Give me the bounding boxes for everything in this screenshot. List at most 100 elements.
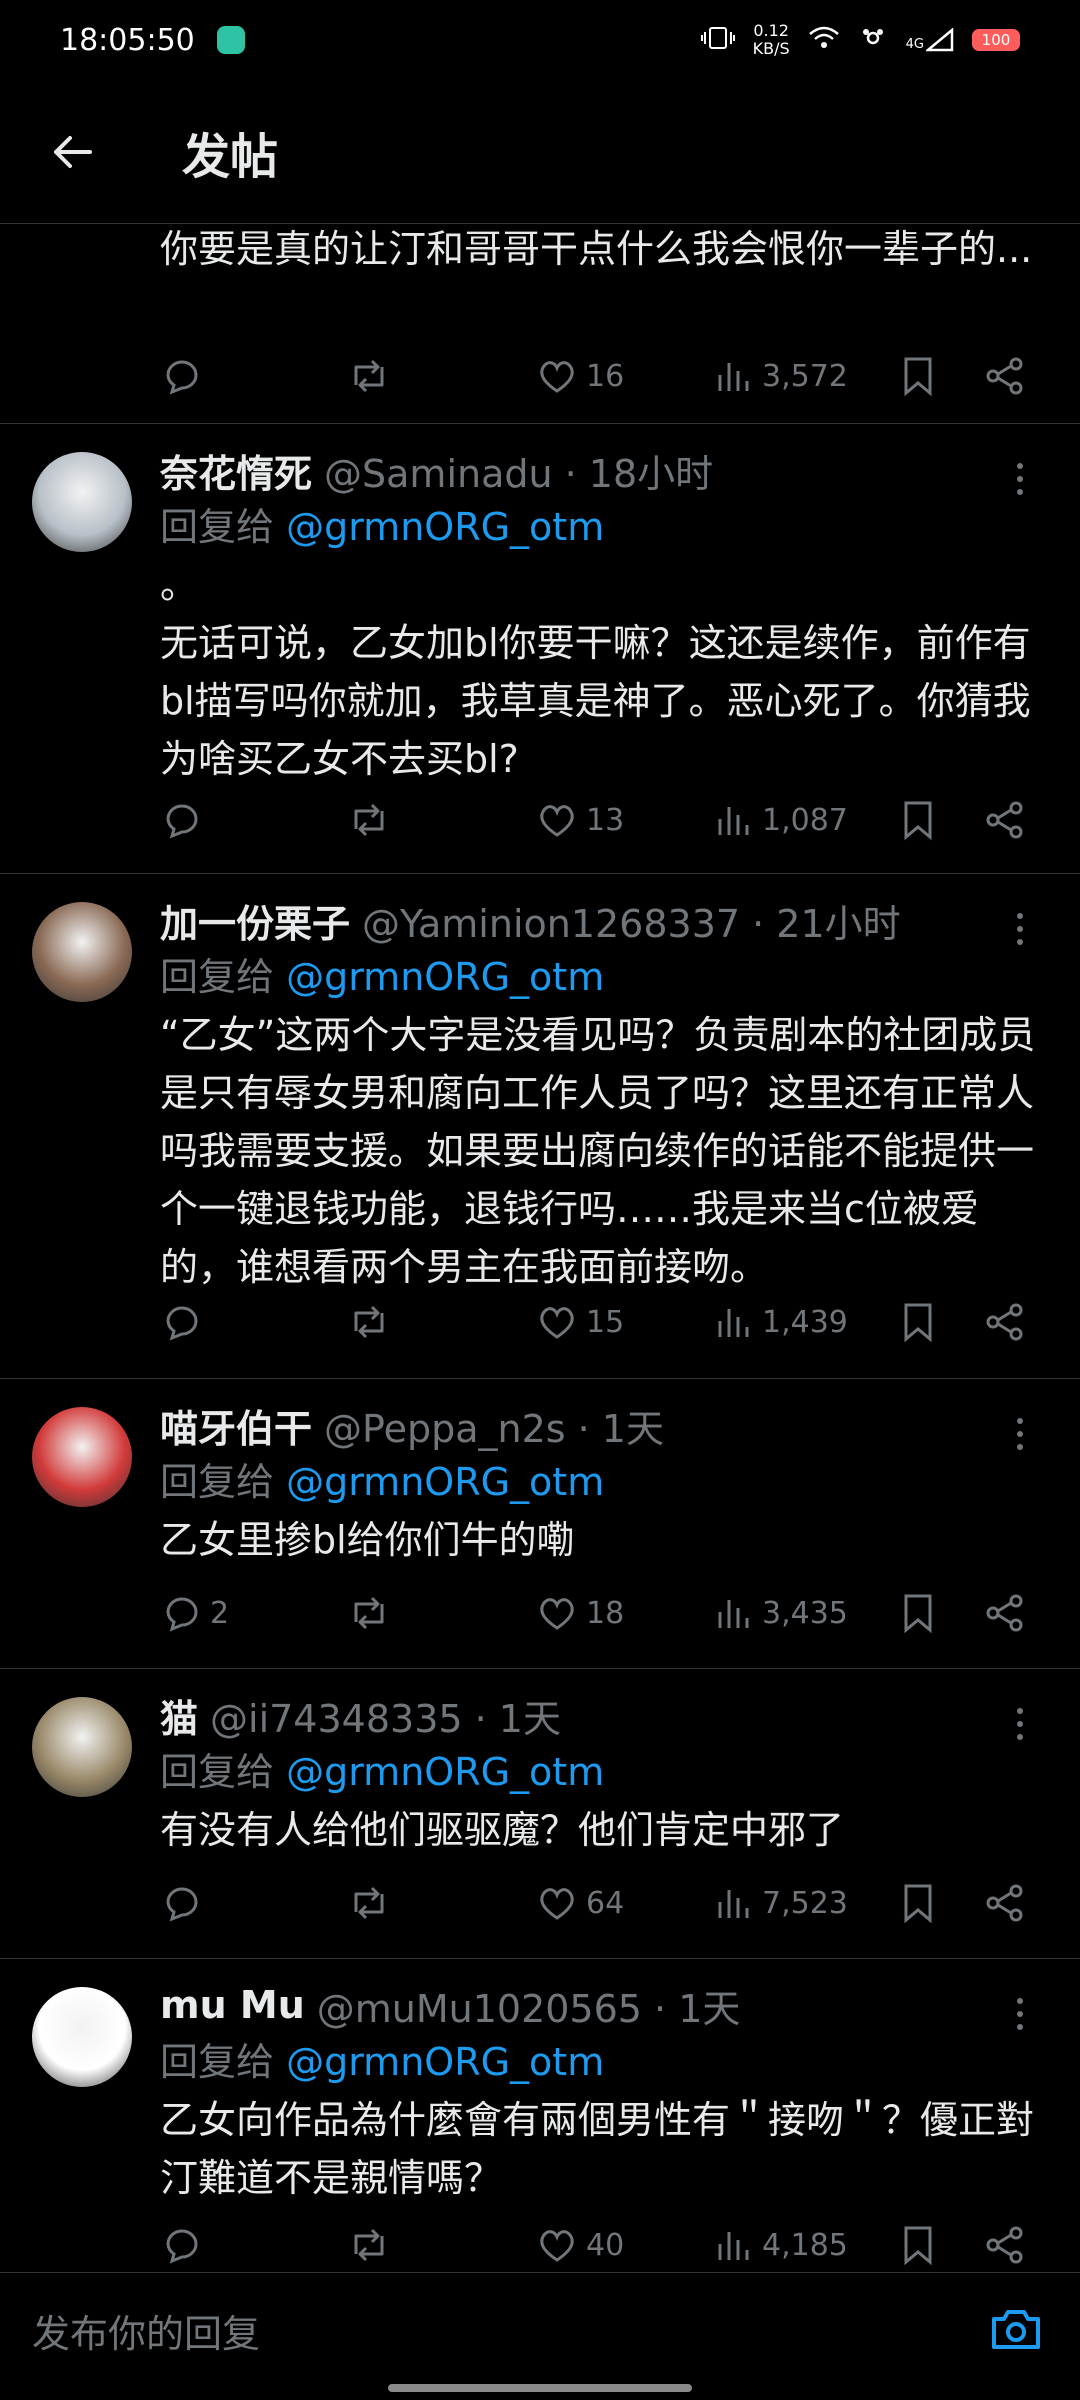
share-button[interactable] [984,2217,1026,2272]
post-content: 乙女向作品為什麼會有兩個男性有＂接吻＂？優正對汀難道不是親情嗎？ [160,2098,1035,2200]
views-button[interactable]: 1,087 [714,792,848,848]
share-button[interactable] [984,1875,1026,1931]
reply-prefix: 回复给 [160,2040,275,2084]
reply-button[interactable] [160,348,202,404]
views-button[interactable]: 3,572 [714,348,848,404]
author-name[interactable]: 猫 [160,1688,198,1743]
reply-button[interactable] [160,792,210,848]
net-speed-unit: KB/S [752,39,790,58]
retweet-button[interactable] [346,1875,392,1931]
more-icon [1017,926,1023,932]
author-handle: @Yaminion1268337 · 21小时 [362,901,901,946]
reply-mention-link[interactable]: @grmnORG_otm [286,1750,604,1794]
bookmark-button[interactable] [900,348,936,404]
share-button[interactable] [984,792,1026,848]
more-options-button[interactable] [1000,904,1040,954]
author-name[interactable]: mu Mu [160,1983,305,2027]
reply-post[interactable]: mu Mu @muMu1020565 · 1天 回复给 @grmnORG_otm… [0,1959,1080,2272]
author-name[interactable]: 加一份栗子 [160,893,350,948]
more-options-button[interactable] [1000,1989,1040,2039]
partial-post[interactable]: 你要是真的让汀和哥哥干点什么我会恨你一辈子的... 16 3,572 [0,224,1080,424]
views-button[interactable]: 1,439 [714,1294,848,1350]
reply-prefix: 回复给 [160,1750,275,1794]
reply-button[interactable] [160,1875,210,1931]
bookmark-button[interactable] [900,1294,936,1350]
share-icon [986,2226,1023,2264]
more-icon [1017,1708,1023,1714]
share-icon [986,801,1023,839]
post-body: mu Mu @muMu1020565 · 1天 回复给 @grmnORG_otm… [160,1977,1040,2207]
author-name[interactable]: 奈花惰死 [160,443,312,498]
status-left: 18:05:50 [60,23,245,58]
camera-button[interactable] [988,2301,1044,2357]
avatar[interactable] [32,1697,132,1797]
post-header: 猫 @ii74348335 · 1天 [160,1687,1040,1743]
avatar[interactable] [32,1987,132,2087]
views-button[interactable]: 3,435 [714,1585,848,1641]
like-icon [540,361,574,393]
post-actions: 16 3,572 [160,348,1040,404]
more-options-button[interactable] [1000,1409,1040,1459]
reply-post[interactable]: 奈花惰死 @Saminadu · 18小时 回复给 @grmnORG_otm 。… [0,424,1080,874]
reply-mention-link[interactable]: @grmnORG_otm [286,2040,604,2084]
avatar[interactable] [32,1407,132,1507]
like-button[interactable]: 18 [536,1585,624,1641]
signal-icon: 4G [906,28,954,52]
like-button[interactable]: 13 [536,792,624,848]
reply-button[interactable]: 2 [160,1585,229,1641]
like-button[interactable]: 15 [536,1294,624,1350]
views-icon [718,363,749,391]
reply-mention-link[interactable]: @grmnORG_otm [286,955,604,999]
reply-mention-link[interactable]: @grmnORG_otm [286,505,604,549]
retweet-icon [354,803,384,837]
replies-feed[interactable]: 你要是真的让汀和哥哥干点什么我会恨你一辈子的... 16 3,572 奈花惰死 … [0,224,1080,2272]
back-button[interactable] [36,116,108,188]
like-button[interactable]: 16 [536,348,624,404]
reply-composer[interactable]: 发布你的回复 [0,2272,1080,2400]
like-icon [540,2230,574,2262]
wifi-icon [808,26,840,55]
reply-button[interactable] [160,2217,210,2272]
post-content: 有没有人给他们驱驱魔？他们肯定中邪了 [160,1808,845,1852]
bookmark-icon [904,357,932,397]
bookmark-button[interactable] [900,1585,936,1641]
reply-post[interactable]: 喵牙伯干 @Peppa_n2s · 1天 回复给 @grmnORG_otm 乙女… [0,1379,1080,1669]
retweet-button[interactable] [346,348,392,404]
post-content: 。 无话可说，乙女加bl你要干嘛？这还是续作，前作有bl描写吗你就加，我草真是神… [160,563,1031,781]
reply-post[interactable]: 加一份栗子 @Yaminion1268337 · 21小时 回复给 @grmnO… [0,874,1080,1379]
reply-to-line: 回复给 @grmnORG_otm [160,498,1040,556]
avatar[interactable] [32,452,132,552]
reply-mention-link[interactable]: @grmnORG_otm [286,1460,604,1504]
more-icon [1017,1734,1023,1740]
share-button[interactable] [984,348,1026,404]
reply-icon [166,1306,198,1341]
bookmark-button[interactable] [900,1875,936,1931]
more-options-button[interactable] [1000,1699,1040,1749]
post-content: 乙女里掺bl给你们牛的嘞 [160,1518,575,1562]
reply-post[interactable]: 猫 @ii74348335 · 1天 回复给 @grmnORG_otm 有没有人… [0,1669,1080,1959]
post-body: 加一份栗子 @Yaminion1268337 · 21小时 回复给 @grmnO… [160,892,1040,1296]
retweet-button[interactable] [346,792,392,848]
more-icon [1017,489,1023,495]
avatar[interactable] [32,902,132,1002]
reply-prefix: 回复给 [160,955,275,999]
like-button[interactable]: 64 [536,1875,624,1931]
retweet-button[interactable] [346,1585,392,1641]
share-button[interactable] [984,1294,1026,1350]
reply-button[interactable] [160,1294,210,1350]
like-button[interactable]: 40 [536,2217,624,2272]
retweet-button[interactable] [346,1294,392,1350]
post-actions: 2 18 3,435 [160,1585,1040,1641]
retweet-button[interactable] [346,2217,392,2272]
home-indicator[interactable] [388,2384,692,2392]
share-button[interactable] [984,1585,1026,1641]
camera-icon [992,2310,1040,2349]
view-count: 3,435 [762,1595,848,1631]
author-name[interactable]: 喵牙伯干 [160,1398,312,1453]
views-button[interactable]: 7,523 [714,1875,848,1931]
reply-input[interactable]: 发布你的回复 [32,2303,260,2358]
bookmark-button[interactable] [900,2217,936,2272]
bookmark-button[interactable] [900,792,936,848]
more-options-button[interactable] [1000,454,1040,504]
views-button[interactable]: 4,185 [714,2217,848,2272]
